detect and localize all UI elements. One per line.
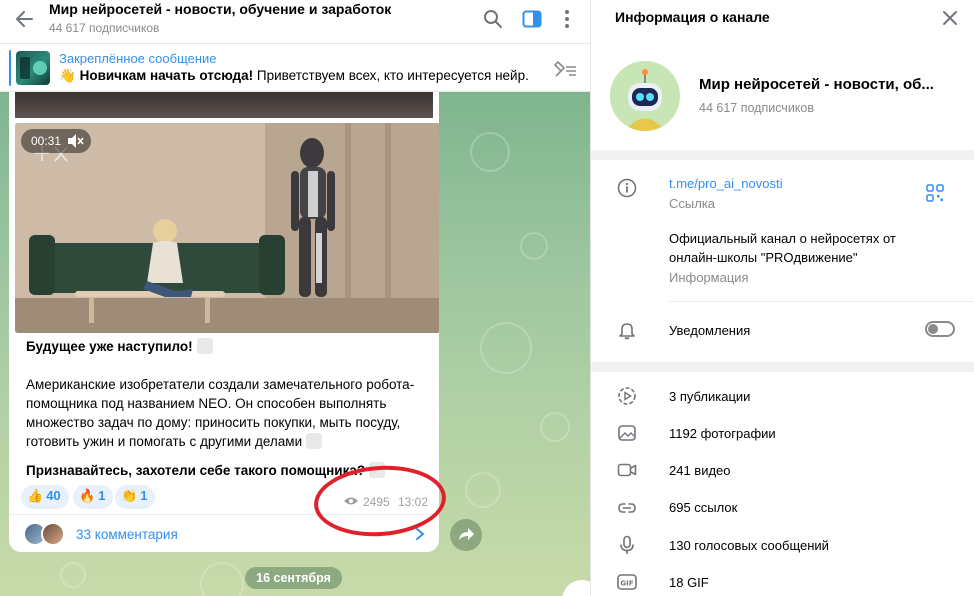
notifications-label: Уведомления (669, 323, 751, 338)
background-doodle (200, 562, 244, 596)
chat-panel: Мир нейросетей - новости, обучение и зар… (0, 0, 590, 596)
channel-subscribers: 44 617 подписчиков (699, 101, 815, 115)
pinned-message[interactable]: Закреплённое сообщение 👋 Новичкам начать… (0, 44, 590, 92)
publications-icon (618, 387, 636, 405)
chat-subscribers: 44 617 подписчиков (49, 21, 160, 35)
background-doodle (540, 412, 570, 442)
post-heading-text: Будущее уже наступило! (26, 339, 193, 354)
video-duration-badge: 00:31 (21, 129, 91, 153)
unpin-icon[interactable] (552, 59, 578, 77)
section-divider (591, 362, 974, 372)
thumbs-up-icon: 👍 (27, 488, 44, 503)
fire-icon: 🔥 (79, 488, 96, 503)
reaction-count: 40 (46, 488, 61, 503)
link-caption: Ссылка (669, 196, 716, 211)
video-icon (617, 463, 637, 477)
reaction-thumbs-up[interactable]: 👍 40 (21, 485, 69, 509)
date-separator: 16 сентября (245, 567, 342, 589)
video-duration: 00:31 (31, 134, 62, 148)
qr-code-icon[interactable] (926, 184, 944, 202)
more-vertical-icon[interactable] (556, 8, 578, 30)
background-doodle (480, 322, 532, 374)
description-caption: Информация (669, 270, 749, 285)
stat-label: 241 видео (669, 463, 731, 478)
reaction-count: 1 (98, 488, 106, 503)
comments-count: 33 комментария (76, 527, 178, 542)
video-frame (15, 123, 439, 333)
emoji-placeholder-icon (196, 338, 213, 354)
background-doodle (470, 132, 510, 172)
pinned-bold-text: Новичкам начать отсюда! (79, 68, 254, 83)
reaction-clap[interactable]: 👏 1 (115, 485, 156, 509)
panel-title: Информация о канале (615, 9, 770, 25)
channel-name: Мир нейросетей - новости, об... (699, 76, 934, 93)
avatar (41, 522, 65, 546)
gif-icon: GIF (617, 574, 637, 590)
pinned-text: 👋 Новичкам начать отсюда! Приветствуем в… (59, 68, 529, 84)
clap-icon: 👏 (121, 488, 138, 503)
bell-icon (619, 323, 635, 340)
stat-label: 18 GIF (669, 575, 709, 590)
background-doodle (465, 472, 501, 508)
pinned-indicator (9, 50, 11, 86)
stat-label: 1192 фотографии (669, 426, 776, 441)
svg-text:GIF: GIF (620, 580, 633, 588)
post-video[interactable]: 00:31 (15, 123, 439, 333)
post-closing-text: Признавайтесь, захотели себе такого помо… (26, 463, 366, 478)
share-arrow-icon (459, 528, 474, 540)
muted-speaker-icon[interactable] (66, 133, 84, 149)
pinned-title: Закреплённое сообщение (59, 51, 217, 66)
section-divider (591, 150, 974, 160)
sidebar-panel-icon[interactable] (521, 8, 543, 30)
search-icon[interactable] (482, 8, 504, 30)
previous-media-strip (15, 92, 433, 118)
stat-label: 695 ссылок (669, 500, 738, 515)
channel-description: Официальный канал о нейросетях от онлайн… (669, 231, 896, 265)
reaction-fire[interactable]: 🔥 1 (73, 485, 114, 509)
pinned-thumbnail (16, 51, 50, 85)
background-doodle (60, 562, 86, 588)
stat-label: 130 голосовых сообщений (669, 538, 829, 553)
robot-avatar-icon (610, 61, 680, 131)
chat-title[interactable]: Мир нейросетей - новости, обучение и зар… (49, 1, 391, 17)
channel-avatar[interactable] (610, 61, 680, 131)
post-body-text: Американские изобретатели создали замеча… (26, 377, 415, 449)
back-arrow-icon[interactable] (12, 8, 38, 30)
close-icon[interactable] (941, 9, 959, 27)
pinned-emoji: 👋 (59, 68, 76, 83)
share-button[interactable] (450, 519, 482, 551)
post-heading: Будущее уже наступило! (26, 337, 436, 356)
link-icon (618, 503, 636, 513)
channel-info-panel: Информация о канале Мир нейросетей - нов… (590, 0, 974, 596)
pinned-preview-text: Приветствуем всех, кто интересуется нейр… (256, 68, 529, 83)
notifications-toggle[interactable] (925, 321, 955, 337)
emoji-placeholder-icon (306, 433, 323, 449)
info-icon (617, 178, 637, 198)
chevron-right-icon (416, 528, 425, 540)
reaction-count: 1 (140, 488, 148, 503)
divider (669, 301, 974, 302)
chat-header: Мир нейросетей - новости, обучение и зар… (0, 0, 590, 44)
photo-icon (618, 425, 636, 441)
post-body: Американские изобретатели создали замеча… (26, 375, 431, 451)
channel-link[interactable]: t.me/pro_ai_novosti (669, 176, 782, 191)
stat-label: 3 публикации (669, 389, 751, 404)
microphone-icon (620, 535, 634, 554)
background-doodle (520, 232, 548, 260)
